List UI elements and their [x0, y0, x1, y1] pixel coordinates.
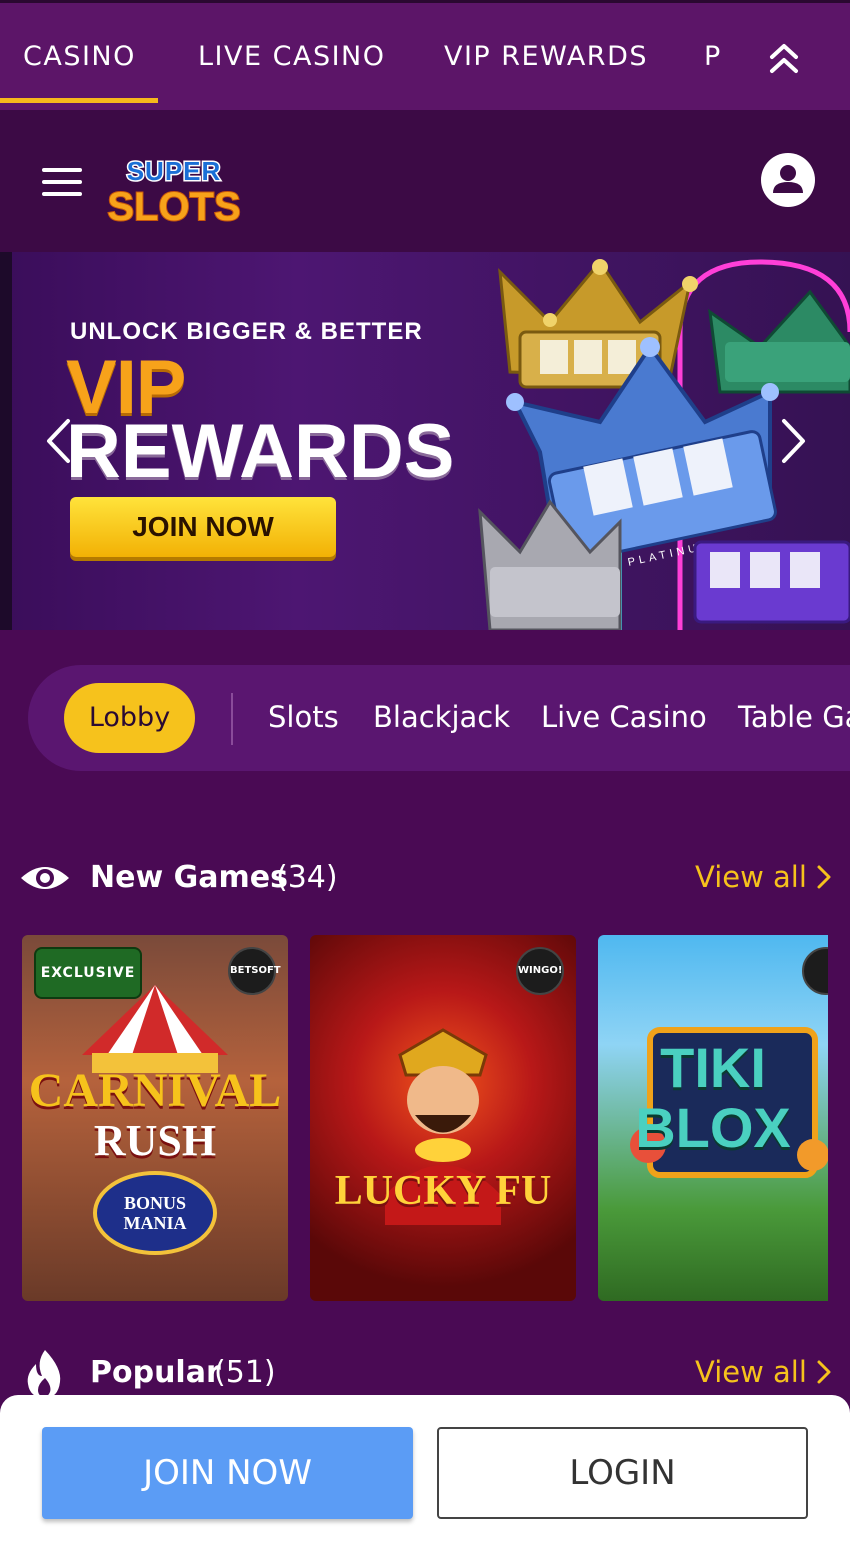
banner-join-now-button[interactable]: JOIN NOW: [70, 497, 336, 557]
svg-text:SLOTS: SLOTS: [107, 185, 240, 226]
section-count-new-games: (34): [276, 860, 338, 895]
banner-headline-rewards: REWARDS: [66, 409, 455, 494]
chevron-right-icon: [817, 865, 831, 889]
category-table-games[interactable]: Table Ga: [738, 700, 850, 734]
super-slots-logo[interactable]: SUPER SLOTS: [104, 148, 244, 227]
double-chevron-up-icon[interactable]: [764, 41, 804, 77]
chevron-left-icon[interactable]: [44, 417, 72, 465]
game-card-lucky-fu[interactable]: WINGO! LUCKY FU: [310, 935, 576, 1301]
svg-text:SUPER: SUPER: [127, 156, 222, 186]
bottom-action-bar: JOIN NOW LOGIN: [0, 1395, 850, 1550]
section-title-popular: Popular: [90, 1355, 221, 1390]
tab-live-casino[interactable]: LIVE CASINO: [198, 41, 386, 72]
join-now-button[interactable]: JOIN NOW: [42, 1427, 413, 1519]
game-title-line2: BLOX: [635, 1096, 791, 1159]
category-divider: [231, 693, 233, 745]
category-lobby-pill[interactable]: Lobby: [64, 683, 195, 753]
view-all-label: View all: [695, 860, 807, 894]
chevron-right-icon: [817, 1360, 831, 1384]
hamburger-menu-icon[interactable]: [42, 168, 82, 196]
game-title-line1: CARNIVAL: [28, 1064, 282, 1117]
flame-icon: [27, 1350, 61, 1398]
active-tab-indicator: [0, 98, 158, 103]
view-all-new-games-link[interactable]: View all: [695, 860, 832, 894]
section-count-popular: (51): [214, 1355, 276, 1390]
user-account-icon[interactable]: [761, 153, 815, 207]
promo-banner-carousel[interactable]: PLATINUM UNLOCK BIGGER & BETTER VIP REWA…: [0, 252, 850, 630]
category-live-casino[interactable]: Live Casino: [541, 700, 707, 734]
game-title: LUCKY FU: [334, 1168, 552, 1214]
tab-casino[interactable]: CASINO: [23, 41, 136, 72]
category-slots[interactable]: Slots: [268, 700, 339, 734]
game-category-bar: Lobby Slots Blackjack Live Casino Table …: [28, 665, 850, 771]
section-title-new-games: New Games: [90, 860, 288, 895]
exclusive-badge: EXCLUSIVE: [34, 947, 142, 999]
banner-kicker: UNLOCK BIGGER & BETTER: [70, 318, 423, 345]
login-button[interactable]: LOGIN: [437, 1427, 808, 1519]
game-card-carnival-rush[interactable]: EXCLUSIVE BETSOFT CARNIVAL RUSH BONUS MA…: [22, 935, 288, 1301]
tab-vip-rewards[interactable]: VIP REWARDS: [444, 41, 648, 72]
provider-badge: BETSOFT: [228, 947, 281, 995]
category-blackjack[interactable]: Blackjack: [373, 700, 510, 734]
view-all-label: View all: [695, 1355, 807, 1389]
game-title-line1: TIKI: [660, 1036, 766, 1099]
view-all-popular-link[interactable]: View all: [695, 1355, 832, 1389]
top-category-tabs: CASINO LIVE CASINO VIP REWARDS P: [0, 0, 850, 110]
site-header: SUPER SLOTS: [0, 110, 850, 252]
tab-truncated[interactable]: P: [704, 41, 722, 72]
game-card-tiki-blox[interactable]: TIKI BLOX: [598, 935, 828, 1301]
chevron-right-icon[interactable]: [780, 417, 808, 465]
previous-slide-edge: [0, 252, 12, 630]
game-title-line2: RUSH: [93, 1116, 217, 1165]
eye-icon: [21, 867, 69, 889]
provider-badge: WINGO!: [516, 947, 564, 995]
game-subtitle: BONUS MANIA: [123, 1193, 187, 1233]
